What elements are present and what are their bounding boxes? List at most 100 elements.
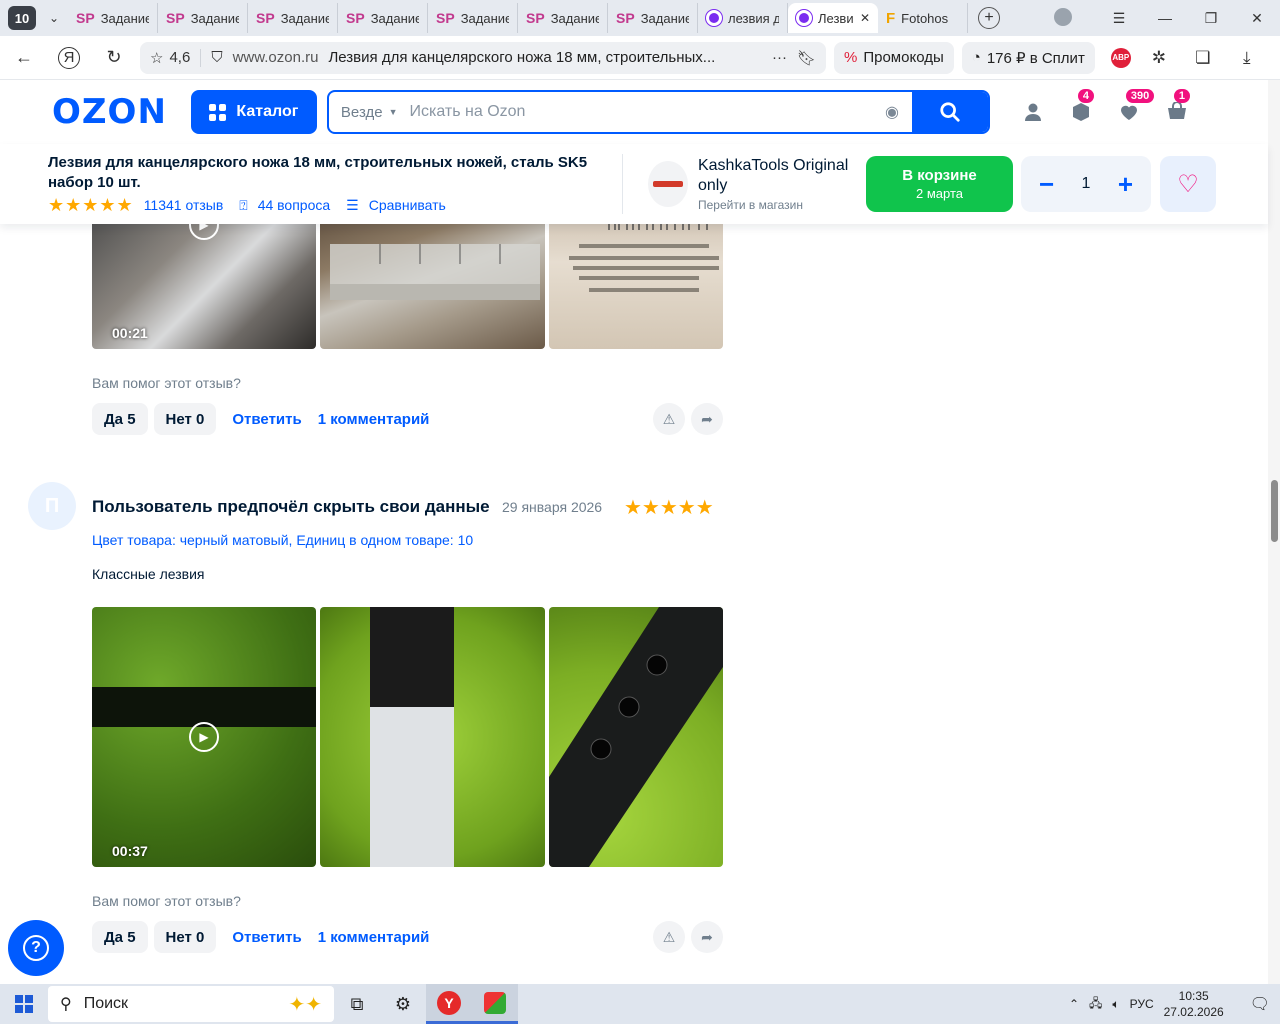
profile-icon[interactable] [1050,7,1096,29]
browser-tab[interactable]: SP Задание [248,3,338,33]
menu-icon[interactable]: ☰ [1096,10,1142,27]
vote-no-button[interactable]: Нет 0 [153,403,217,435]
decrease-button[interactable]: − [1039,169,1054,200]
favorite-button[interactable]: ♡ [1160,156,1216,212]
windows-start-icon[interactable] [0,984,48,1024]
promo-button[interactable]: % Промокоды [834,41,954,74]
reload-icon[interactable]: ↻ [98,42,130,74]
back-icon[interactable]: ← [8,42,40,74]
adblock-icon[interactable]: ABP [1110,47,1131,68]
label-image [569,224,719,292]
share-icon[interactable]: ➦ [691,403,723,435]
vote-no-button[interactable]: Нет 0 [153,921,217,953]
search-input[interactable] [409,92,872,132]
extensions-icon[interactable]: ✲ [1143,48,1175,68]
yandex-browser-icon[interactable]: Y [426,984,472,1024]
review-video[interactable]: ▶ 00:37 [92,607,316,867]
tab-title: Задание [550,10,599,26]
more-icon[interactable]: ··· [772,49,787,66]
review-video[interactable]: ▶ 00:21 [92,224,316,349]
comments-link[interactable]: 1 комментарий [318,411,430,428]
orders-icon[interactable]: 4 [1070,89,1095,123]
in-cart-button[interactable]: В корзине 2 марта [866,156,1013,212]
photos-app-icon[interactable] [472,984,518,1024]
language-indicator[interactable]: РУС [1130,997,1154,1011]
split-button[interactable]: ◔ 176 ₽ в Сплит [961,41,1095,74]
tab-counter[interactable]: 10 [8,6,36,30]
report-icon[interactable]: ⚠︎ [653,403,685,435]
vote-yes-button[interactable]: Да 5 [92,921,148,953]
video-duration: 00:37 [112,843,148,859]
blade-image [549,607,723,867]
review-variant[interactable]: Цвет товара: черный матовый, Единиц в од… [92,532,473,548]
clock[interactable]: 10:35 27.02.2026 [1164,988,1224,1020]
network-icon[interactable]: 🖧︎ [1089,994,1102,1015]
search-button[interactable] [911,92,988,132]
profile-icon[interactable] [1022,101,1044,123]
close-tab-icon[interactable]: ✕ [860,11,870,25]
increase-button[interactable]: + [1118,169,1133,200]
close-window-button[interactable]: ✕ [1234,10,1280,27]
vote-yes-button[interactable]: Да 5 [92,403,148,435]
ozon-logo[interactable]: OZON [52,92,167,132]
report-icon[interactable]: ⚠︎ [653,921,685,953]
browser-tab[interactable]: SP Задание [608,3,698,33]
review-photo[interactable] [549,607,723,867]
chevron-down-icon[interactable]: ⌄ [40,6,68,30]
compare-link[interactable]: Сравнивать [369,197,446,213]
browser-tab[interactable]: SP Задание [518,3,608,33]
browser-tab[interactable]: SP Задание [338,3,428,33]
new-tab-button[interactable]: + [978,7,1000,29]
restore-button[interactable]: ❐ [1188,10,1234,27]
reply-link[interactable]: Ответить [232,411,301,428]
shield-icon[interactable]: ⛉ [211,49,222,66]
tab-title: Лезви [818,10,854,26]
yandex-icon[interactable]: Я [58,46,80,69]
ozon-favicon [706,10,722,26]
scroll-thumb[interactable] [1271,480,1278,542]
site-rating[interactable]: ☆ 4,6 [150,48,202,67]
review-photo[interactable] [320,607,545,867]
browser-tab[interactable]: Лезви ✕ [788,3,878,33]
catalog-button[interactable]: Каталог [190,90,317,134]
collections-icon[interactable]: ❏ [1187,48,1219,68]
reviews-link[interactable]: 11341 отзыв [144,197,224,213]
play-icon[interactable]: ▶ [189,224,219,240]
review-photo[interactable] [320,224,545,349]
search-scope-select[interactable]: Везде ▼ [329,104,410,121]
help-button[interactable]: ? [8,920,64,976]
taskbar-search[interactable]: ⚲ Поиск ✦✦ [48,986,334,1022]
share-icon[interactable]: ➦ [691,921,723,953]
page-scrollbar[interactable] [1268,80,1280,984]
url-box[interactable]: ☆ 4,6 ⛉ www.ozon.ru Лезвия для канцелярск… [140,41,826,74]
taskbar: ⚲ Поиск ✦✦ ⧉ ⚙ Y ⌃ 🖧︎ 🔈︎ РУС 10:35 27.02… [0,984,1280,1024]
browser-tab[interactable]: F Fotohos [878,3,968,33]
caliper-image [330,244,540,300]
shop-block[interactable]: KashkaTools Original only Перейти в мага… [648,156,858,212]
cart-icon[interactable]: 1 [1166,89,1191,123]
questions-link[interactable]: 44 вопроса [258,197,330,213]
quantity-value: 1 [1081,175,1091,192]
reply-link[interactable]: Ответить [232,929,301,946]
camera-icon[interactable]: ◉ [872,102,912,122]
helpful-question: Вам помог этот отзыв? [92,375,241,391]
settings-icon[interactable]: ⚙ [380,984,426,1024]
task-view-icon[interactable]: ⧉ [334,984,380,1024]
bookmark-icon[interactable]: 🔖︎ [797,49,816,67]
play-icon[interactable]: ▶ [189,722,219,752]
minimize-button[interactable]: — [1142,10,1188,26]
shop-link[interactable]: Перейти в магазин [698,198,858,212]
browser-tab[interactable]: SP Задание [158,3,248,33]
download-icon[interactable]: ⤓ [1231,48,1263,68]
reviews-section: ▶ 00:21 Вам помог этот отзыв? Да 5 Нет 0… [0,224,1268,984]
shop-name[interactable]: KashkaTools Original only [698,156,858,196]
browser-tab[interactable]: лезвия д [698,3,788,33]
favorites-icon[interactable]: 390 [1118,89,1155,123]
comments-link[interactable]: 1 комментарий [318,929,430,946]
notifications-icon[interactable]: 🗨︎ [1250,994,1270,1014]
chevron-up-icon[interactable]: ⌃ [1069,997,1079,1011]
review-photo[interactable] [549,224,723,349]
volume-icon[interactable]: 🔈︎ [1112,997,1119,1012]
browser-tab[interactable]: SP Задание [428,3,518,33]
browser-tab[interactable]: SP Задание [68,3,158,33]
